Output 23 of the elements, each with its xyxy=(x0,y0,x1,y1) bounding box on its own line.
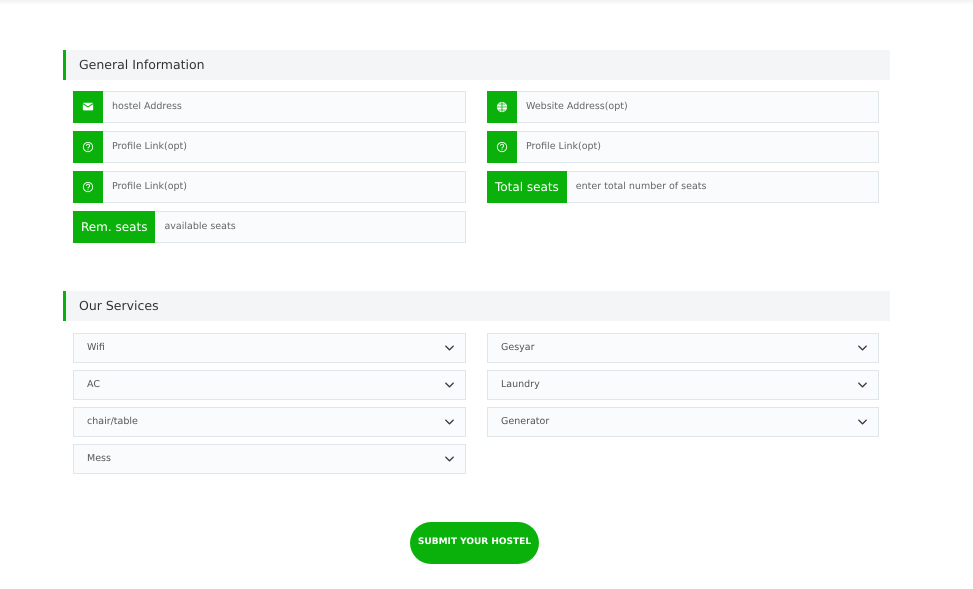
service-select[interactable]: chair/table xyxy=(73,407,466,437)
field-label: Total seats xyxy=(487,171,567,203)
service-select[interactable]: AC xyxy=(73,370,466,400)
service-select[interactable]: Generator xyxy=(487,407,879,437)
service-select[interactable]: Mess xyxy=(73,444,466,474)
text-field[interactable]: Profile Link(opt) xyxy=(103,171,466,203)
envelope-icon xyxy=(82,101,94,113)
text-field[interactable]: Website Address(opt) xyxy=(517,91,879,123)
help-icon xyxy=(82,141,94,153)
text-field[interactable]: enter total number of seats xyxy=(566,171,879,203)
service-select[interactable]: Wifi xyxy=(73,333,466,363)
globe-icon xyxy=(496,101,508,113)
service-select[interactable]: Gesyar xyxy=(487,333,879,363)
section-header: General Information xyxy=(63,50,890,80)
text-field[interactable]: available seats xyxy=(155,211,466,243)
help-icon xyxy=(82,181,94,193)
help-icon xyxy=(496,141,508,153)
service-select[interactable]: Laundry xyxy=(487,370,879,400)
text-field[interactable]: hostel Address xyxy=(103,91,466,123)
section-header: Our Services xyxy=(63,291,890,321)
field-label: Rem. seats xyxy=(73,211,156,243)
text-field[interactable]: Profile Link(opt) xyxy=(103,131,466,163)
text-field[interactable]: Profile Link(opt) xyxy=(517,131,879,163)
